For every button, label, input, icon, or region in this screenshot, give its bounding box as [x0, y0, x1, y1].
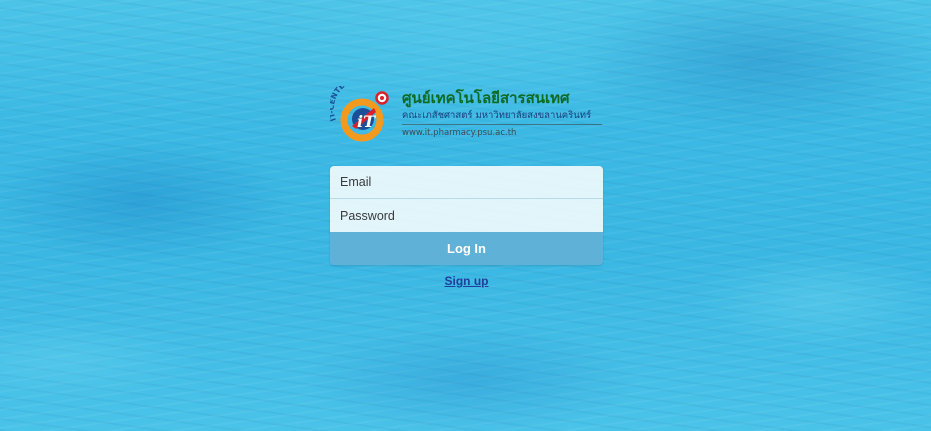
- it-center-logo: iT IT-CENTER ศูนย์เทคโนโลยีสารสนเทศ คณะเ…: [330, 86, 602, 148]
- logo-url: www.it.pharmacy.psu.ac.th: [402, 128, 517, 138]
- signup-link[interactable]: Sign up: [330, 274, 603, 288]
- email-field[interactable]: [330, 166, 603, 199]
- login-form: Log In: [330, 166, 603, 265]
- logo-text: ศูนย์เทคโนโลยีสารสนเทศ คณะเภสัชศาสตร์ มห…: [402, 88, 602, 139]
- it-center-logo-mark: iT IT-CENTER: [330, 86, 389, 142]
- svg-text:iT: iT: [357, 112, 376, 131]
- login-button[interactable]: Log In: [330, 232, 603, 265]
- logo-title: ศูนย์เทคโนโลยีสารสนเทศ: [402, 89, 570, 107]
- login-page: iT IT-CENTER ศูนย์เทคโนโลยีสารสนเทศ คณะเ…: [0, 0, 931, 431]
- password-field[interactable]: [330, 199, 603, 232]
- logo-subtitle: คณะเภสัชศาสตร์ มหาวิทยาลัยสงขลานครินทร์: [402, 109, 602, 125]
